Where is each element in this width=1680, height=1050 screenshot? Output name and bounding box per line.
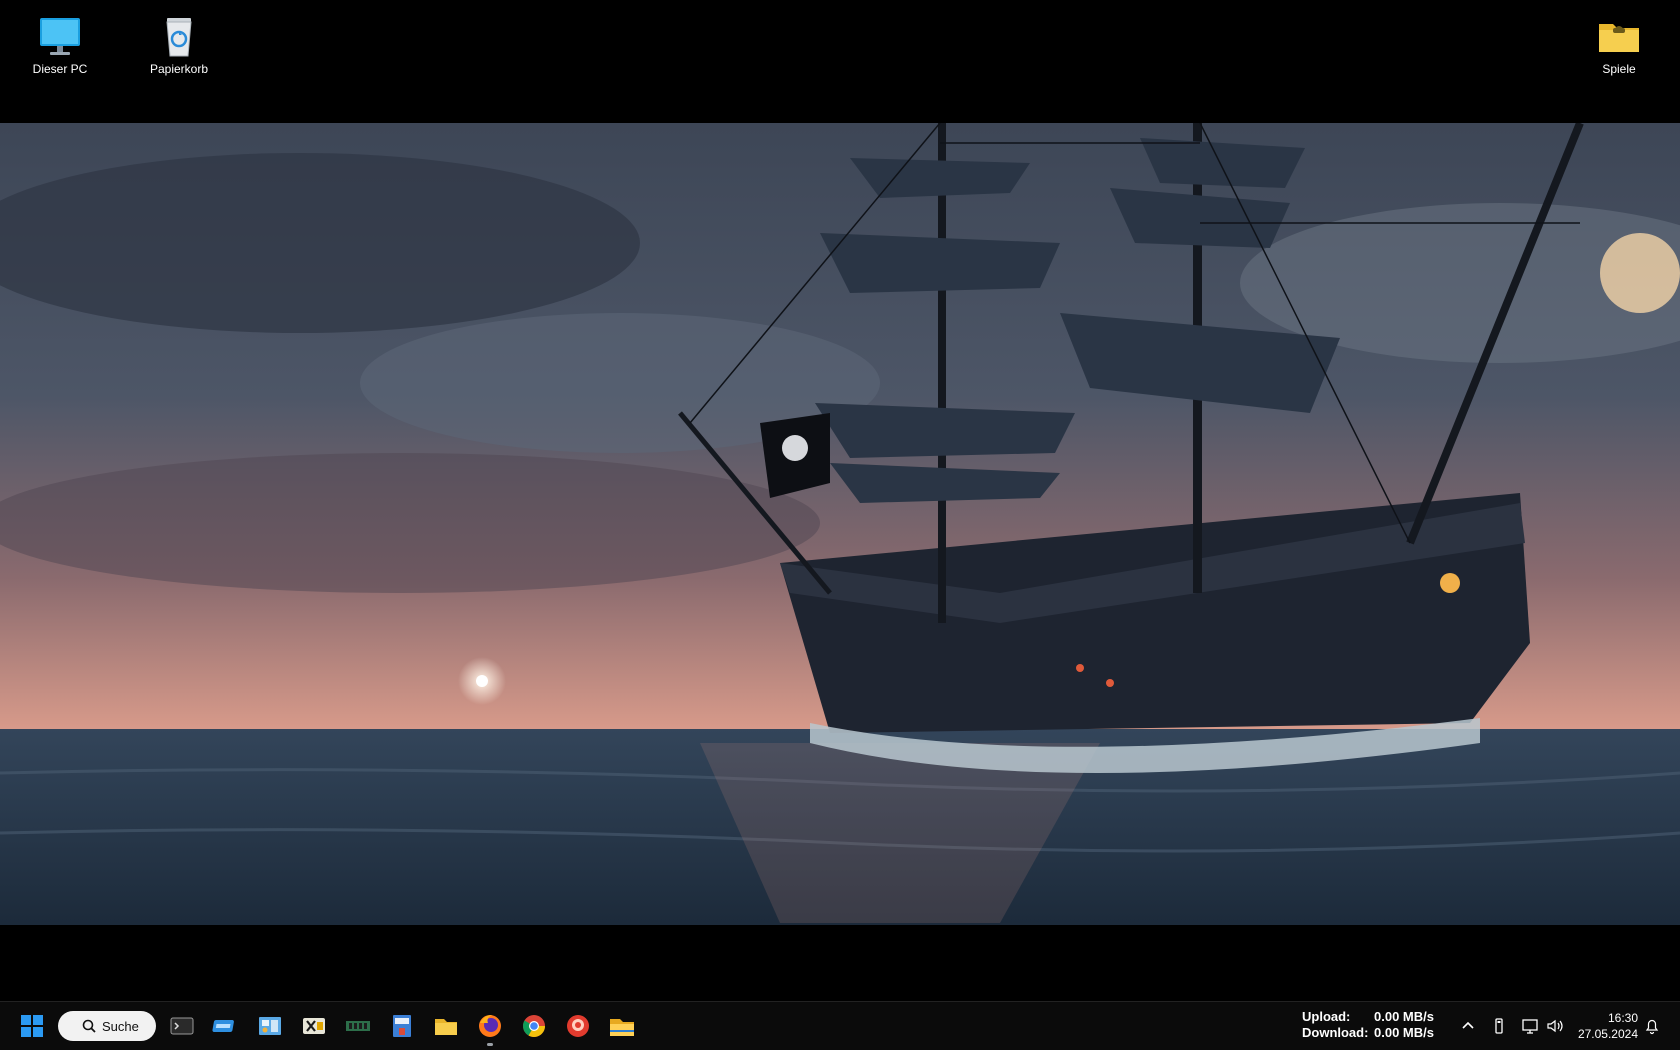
taskbar-app-chrome[interactable]: [518, 1010, 550, 1042]
taskbar-app-ram[interactable]: [342, 1010, 374, 1042]
network-icon: [1522, 1019, 1538, 1034]
speaker-icon: [1547, 1019, 1563, 1033]
network-speed-widget: Upload: 0.00 MB/s Download: 0.00 MB/s: [1302, 1009, 1434, 1041]
clock-time: 16:30: [1607, 1011, 1638, 1025]
taskbar: Suche Upload: 0.00 MB/s Download: 0.00 M…: [0, 1001, 1680, 1050]
wallpaper-pirate-ship: [0, 123, 1680, 925]
taskbar-app-folder[interactable]: [430, 1010, 462, 1042]
taskbar-app-control-panel[interactable]: [254, 1010, 286, 1042]
x-app-icon: [303, 1018, 325, 1034]
chevron-up-icon: [1462, 1021, 1474, 1029]
firefox-icon: [479, 1015, 501, 1037]
monitor-icon: [36, 12, 84, 60]
search-icon: [82, 1019, 96, 1033]
notifications-button[interactable]: [1642, 1016, 1662, 1036]
desktop-icon-label: Papierkorb: [149, 62, 209, 76]
control-panel-icon: [259, 1017, 281, 1035]
chrome-icon: [523, 1015, 545, 1037]
usb-icon: [1495, 1018, 1503, 1034]
tray-usb-button[interactable]: [1489, 1016, 1509, 1036]
ram-icon: [346, 1021, 370, 1031]
upload-label: Upload:: [1302, 1009, 1351, 1024]
file-explorer-icon: [610, 1019, 634, 1036]
desktop-icon-label: Spiele: [1602, 62, 1636, 76]
drive-icon: [212, 1020, 234, 1032]
taskbar-app-file-explorer[interactable]: [606, 1010, 638, 1042]
recycle-bin-icon: [155, 12, 203, 60]
red-circle-icon: [567, 1015, 589, 1037]
search-box[interactable]: Suche: [58, 1011, 156, 1041]
clock-date: 27.05.2024: [1577, 1027, 1638, 1041]
search-label: Suche: [102, 1018, 139, 1034]
upload-value: 0.00 MB/s: [1374, 1009, 1434, 1024]
taskbar-app-terminal[interactable]: [166, 1010, 198, 1042]
download-value: 0.00 MB/s: [1374, 1025, 1434, 1040]
taskbar-app-id[interactable]: [386, 1010, 418, 1042]
wallpaper-illustration: [0, 123, 1680, 925]
clock-button[interactable]: 16:30 27.05.2024: [1578, 1010, 1638, 1042]
id-app-icon: [393, 1015, 411, 1037]
desktop-icon-spiele[interactable]: Spiele: [1569, 6, 1669, 76]
tray-volume-button[interactable]: [1545, 1016, 1565, 1036]
desktop-icon-dieser-pc[interactable]: Dieser PC: [10, 6, 110, 76]
show-hidden-icons-button[interactable]: [1458, 1016, 1478, 1036]
desktop-icon-label: Dieser PC: [32, 62, 88, 76]
taskbar-app-xodo[interactable]: [298, 1010, 330, 1042]
taskbar-app-firefox[interactable]: [474, 1010, 506, 1046]
taskbar-app-red[interactable]: [562, 1010, 594, 1042]
tray-network-button[interactable]: [1521, 1016, 1541, 1036]
bell-icon: [1645, 1019, 1659, 1035]
desktop-icon-papierkorb[interactable]: Papierkorb: [129, 6, 229, 76]
folder-icon: [435, 1019, 457, 1035]
terminal-icon: [170, 1017, 194, 1035]
windows-logo-icon: [21, 1015, 43, 1037]
running-indicator: [487, 1043, 493, 1046]
start-button[interactable]: [16, 1010, 48, 1042]
taskbar-app-drive[interactable]: [210, 1010, 242, 1042]
download-label: Download:: [1302, 1025, 1369, 1040]
folder-icon: [1595, 12, 1643, 60]
